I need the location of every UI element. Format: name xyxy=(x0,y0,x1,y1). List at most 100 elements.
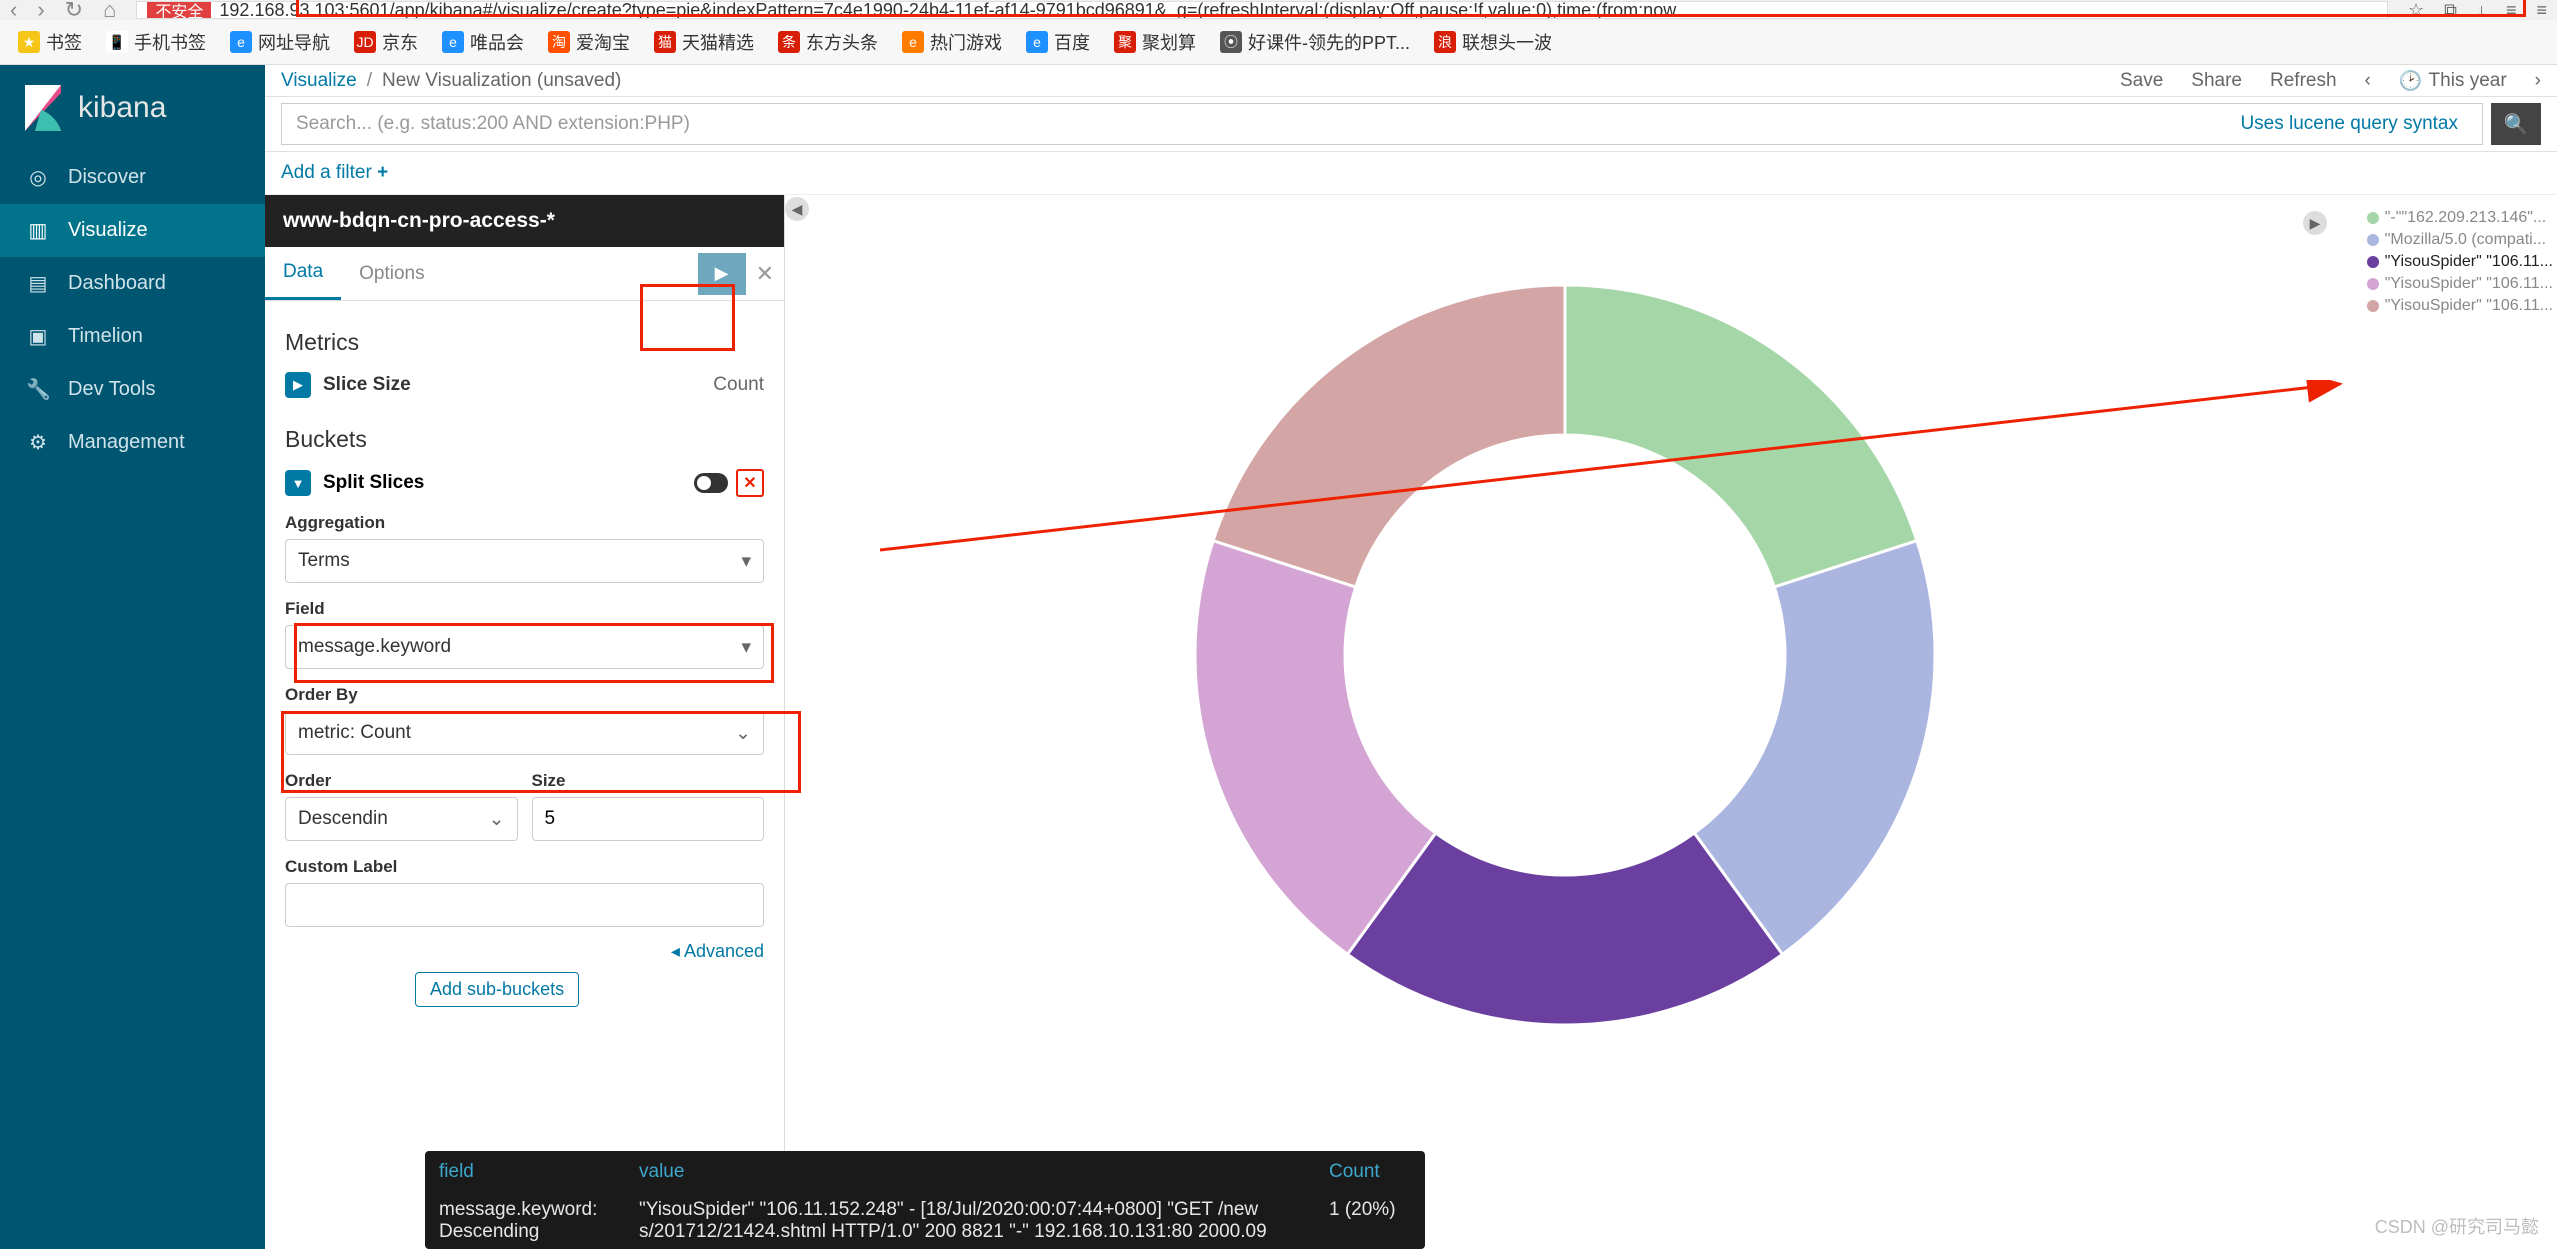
sidebar-item-timelion[interactable]: ▣Timelion xyxy=(0,310,265,363)
back-icon[interactable]: ‹ xyxy=(10,0,17,23)
bookmark-icon: 淘 xyxy=(548,31,570,53)
nav-label: Visualize xyxy=(68,219,148,242)
delete-button[interactable]: ✕ xyxy=(736,469,764,497)
pie-slice[interactable] xyxy=(1213,285,1565,587)
time-label: This year xyxy=(2429,70,2507,92)
nav-icon: ▥ xyxy=(26,218,50,243)
bookmark-label: 热门游戏 xyxy=(930,29,1002,55)
timepicker-prev-icon[interactable]: ‹ xyxy=(2365,70,2371,92)
bookmark-item[interactable]: JD京东 xyxy=(354,29,418,55)
vis-editor: www-bdqn-cn-pro-access-* Data Options ▶ … xyxy=(265,195,785,1249)
tooltip-value: "YisouSpider" "106.11.152.248" - [18/Jul… xyxy=(625,1193,1315,1249)
sidebar-item-visualize[interactable]: ▥ Visualize xyxy=(0,204,265,257)
bookmark-item[interactable]: 条东方头条 xyxy=(778,29,878,55)
metric-row[interactable]: ▶ Slice Size Count xyxy=(285,372,764,398)
bookmark-item[interactable]: ⦿好课件-领先的PPT... xyxy=(1220,29,1410,55)
bookmark-label: 书签 xyxy=(46,29,82,55)
bookmark-icon: 浪 xyxy=(1434,31,1456,53)
forward-icon[interactable]: › xyxy=(37,0,44,23)
donut-chart[interactable] xyxy=(1105,275,2025,1035)
sidebar-item-devtools[interactable]: 🔧Dev Tools xyxy=(0,363,265,416)
bookmark-icon: 条 xyxy=(778,31,800,53)
orderby-label: Order By xyxy=(285,685,764,705)
add-subbuckets-button[interactable]: Add sub-buckets xyxy=(415,972,579,1007)
bookmark-item[interactable]: e百度 xyxy=(1026,29,1090,55)
bookmark-item[interactable]: 聚聚划算 xyxy=(1114,29,1196,55)
share-button[interactable]: Share xyxy=(2191,70,2242,92)
refresh-button[interactable]: Refresh xyxy=(2270,70,2337,92)
pie-slice[interactable] xyxy=(1565,285,1917,587)
order-select[interactable]: Descendin ⌄ xyxy=(285,797,518,841)
bookmark-item[interactable]: 猫天猫精选 xyxy=(654,29,754,55)
apply-button[interactable]: ▶ xyxy=(698,253,746,295)
address-bar[interactable]: 不安全 192.168.93.103:5601/app/kibana#/visu… xyxy=(136,1,2388,19)
aggregation-select[interactable]: Terms ▾ xyxy=(285,539,764,583)
menu-icon[interactable]: ≡ xyxy=(2536,0,2547,21)
metric-label: Slice Size xyxy=(323,374,411,396)
bookmark-item[interactable]: e热门游戏 xyxy=(902,29,1002,55)
collapse-icon[interactable]: ▼ xyxy=(285,470,311,496)
brand[interactable]: kibana xyxy=(0,65,265,151)
tooltip-header: Count xyxy=(1315,1151,1425,1193)
legend-toggle[interactable]: ▶ xyxy=(2303,211,2327,235)
discard-button[interactable]: ✕ xyxy=(746,261,784,287)
bookmark-label: 网址导航 xyxy=(258,29,330,55)
add-filter-button[interactable]: Add a filter + xyxy=(281,162,388,183)
search-input[interactable]: Search... (e.g. status:200 AND extension… xyxy=(281,103,2483,145)
tab-data[interactable]: Data xyxy=(265,247,341,300)
bookmark-item[interactable]: 📱手机书签 xyxy=(106,29,206,55)
sidebar-item-discover[interactable]: ◎Discover xyxy=(0,151,265,204)
bookmark-label: 东方头条 xyxy=(806,29,878,55)
timepicker-next-icon[interactable]: › xyxy=(2535,70,2541,92)
enable-toggle[interactable] xyxy=(694,473,728,493)
tab-options[interactable]: Options xyxy=(341,249,442,299)
star-icon[interactable]: ☆ xyxy=(2408,0,2424,21)
breadcrumb-root[interactable]: Visualize xyxy=(281,70,357,92)
nav-icon: ▤ xyxy=(26,271,50,296)
bookmark-item[interactable]: 淘爱淘宝 xyxy=(548,29,630,55)
hamburger-icon[interactable]: ≡ xyxy=(2506,0,2517,21)
reload-icon[interactable]: ↻ xyxy=(65,0,83,23)
legend-item[interactable]: "-""162.209.213.146"... xyxy=(2367,209,2553,227)
save-button[interactable]: Save xyxy=(2120,70,2163,92)
filter-bar: Add a filter + xyxy=(265,152,2557,195)
time-picker[interactable]: 🕑 This year xyxy=(2399,69,2507,93)
bookmark-icon: JD xyxy=(354,31,376,53)
nav-label: Discover xyxy=(68,166,146,189)
lucene-hint[interactable]: Uses lucene query syntax xyxy=(2240,113,2468,135)
bookmark-item[interactable]: e网址导航 xyxy=(230,29,330,55)
bookmark-label: 好课件-领先的PPT... xyxy=(1248,29,1410,55)
size-input[interactable] xyxy=(532,797,765,841)
field-select[interactable]: message.keyword ▾ xyxy=(285,625,764,669)
legend-label: "-""162.209.213.146"... xyxy=(2385,209,2547,227)
legend-swatch xyxy=(2367,234,2379,246)
legend-item[interactable]: "YisouSpider" "106.11... xyxy=(2367,253,2553,271)
chevron-down-icon: ⌄ xyxy=(735,722,751,745)
bookmark-item[interactable]: ★书签 xyxy=(18,29,82,55)
order-label: Order xyxy=(285,771,518,791)
buckets-heading: Buckets xyxy=(285,426,764,453)
bucket-row: ▼ Split Slices ✕ xyxy=(285,469,764,497)
expand-icon[interactable]: ▶ xyxy=(285,372,311,398)
metrics-heading: Metrics xyxy=(285,329,764,356)
legend-item[interactable]: "Mozilla/5.0 (compati... xyxy=(2367,231,2553,249)
bookmark-item[interactable]: e唯品会 xyxy=(442,29,524,55)
extensions-icon[interactable]: ⧉ xyxy=(2444,0,2457,21)
url-text: 192.168.93.103:5601/app/kibana#/visualiz… xyxy=(219,1,1690,19)
search-button[interactable]: 🔍 xyxy=(2491,103,2541,145)
orderby-select[interactable]: metric: Count ⌄ xyxy=(285,711,764,755)
customlabel-input[interactable] xyxy=(285,883,764,927)
bookmark-item[interactable]: 浪联想头一波 xyxy=(1434,29,1552,55)
collapse-editor-button[interactable]: ◀ xyxy=(785,197,809,221)
advanced-toggle[interactable]: ◂ Advanced xyxy=(285,941,764,962)
bookmark-label: 唯品会 xyxy=(470,29,524,55)
home-icon[interactable]: ⌂ xyxy=(103,0,116,23)
brand-text: kibana xyxy=(78,91,166,125)
legend-item[interactable]: "YisouSpider" "106.11... xyxy=(2367,297,2553,315)
sidebar-item-management[interactable]: ⚙Management xyxy=(0,416,265,469)
sidebar-item-dashboard[interactable]: ▤Dashboard xyxy=(0,257,265,310)
download-icon[interactable]: ↓ xyxy=(2477,0,2486,21)
insecure-badge: 不安全 xyxy=(147,1,211,19)
search-placeholder: Search... (e.g. status:200 AND extension… xyxy=(296,113,690,135)
legend-item[interactable]: "YisouSpider" "106.11... xyxy=(2367,275,2553,293)
